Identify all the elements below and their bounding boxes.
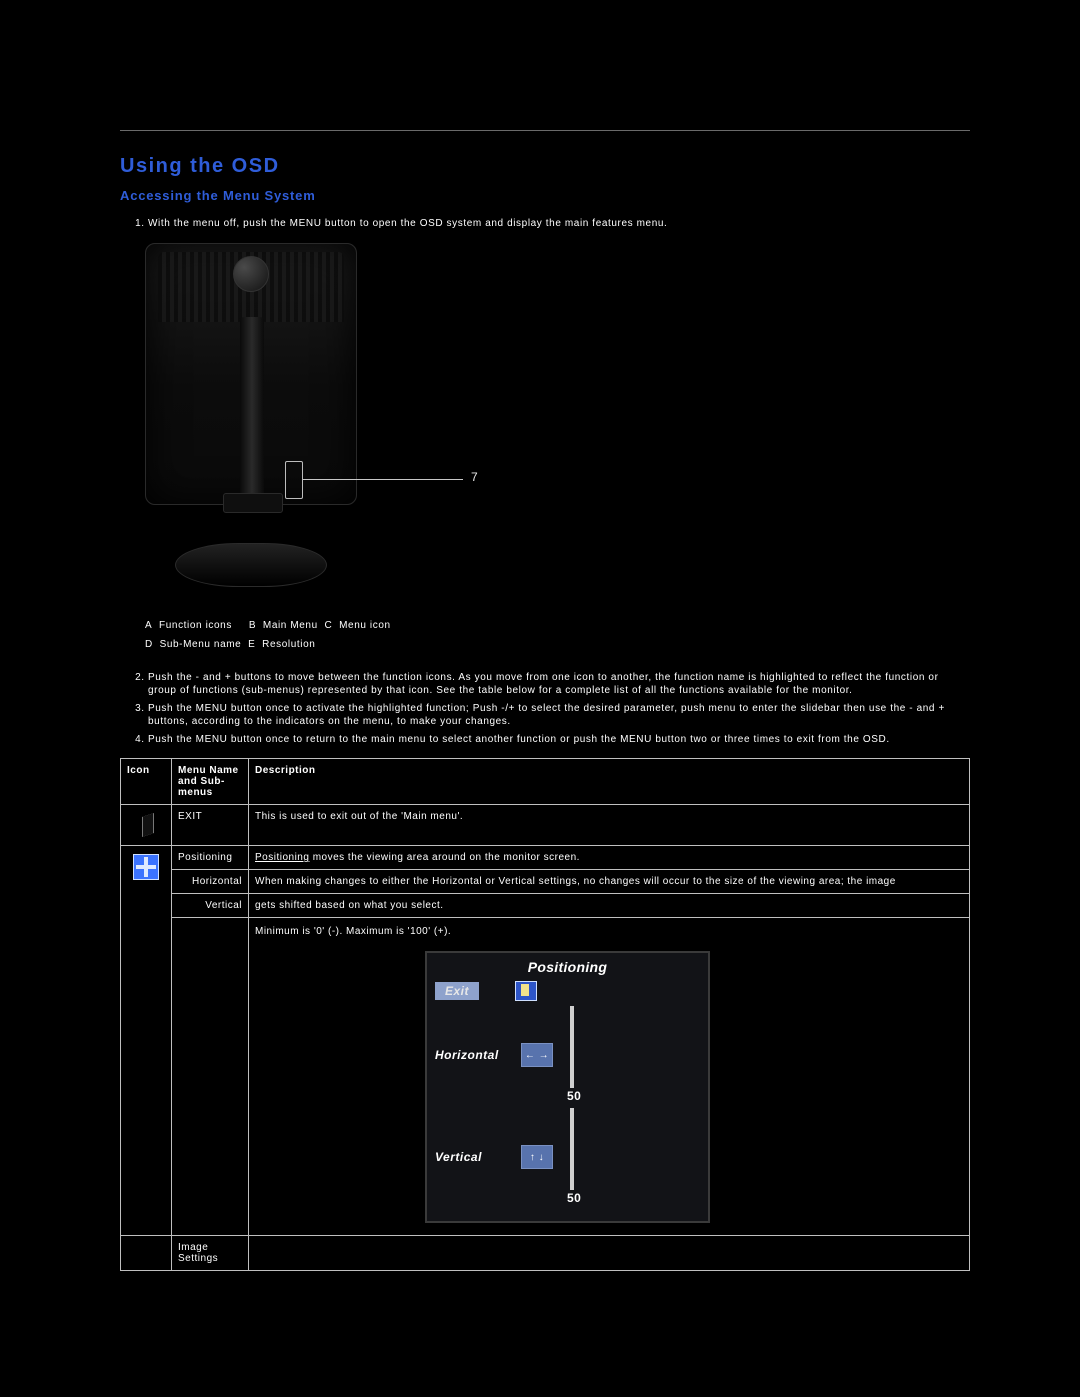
osd-horizontal-label: Horizontal xyxy=(435,1048,511,1062)
exit-desc: This is used to exit out of the 'Main me… xyxy=(249,805,970,846)
positioning-sub-v-desc: gets shifted based on what you select. xyxy=(249,894,970,918)
osd-horizontal-value: 50 xyxy=(567,1089,581,1103)
positioning-icon xyxy=(133,854,159,880)
positioning-sub-h-label: Horizontal xyxy=(172,870,249,894)
osd-vertical-value: 50 xyxy=(567,1191,581,1205)
table-row-image-settings: Image Settings xyxy=(121,1236,970,1271)
step-4: Push the MENU button once to return to t… xyxy=(148,733,970,747)
osd-vertical-label: Vertical xyxy=(435,1150,511,1164)
table-header-row: Icon Menu Name and Sub-menus Description xyxy=(121,759,970,805)
osd-panel: Positioning Exit Horizontal ← → xyxy=(425,951,710,1223)
osd-vertical-arrows-icon: ↑ ↓ xyxy=(521,1145,553,1169)
col-header-name: Menu Name and Sub-menus xyxy=(172,759,249,805)
col-header-icon: Icon xyxy=(121,759,172,805)
monitor-logo xyxy=(233,256,269,292)
legend-e-text: Resolution xyxy=(262,639,315,650)
positioning-sub-vertical: Vertical gets shifted based on what you … xyxy=(121,894,970,918)
monitor-hinge xyxy=(223,493,283,513)
positioning-range-row: Minimum is '0' (-). Maximum is '100' (+)… xyxy=(121,918,970,1236)
osd-exit-label: Exit xyxy=(435,982,479,1000)
legend-d-text: Sub-Menu name xyxy=(160,639,242,650)
image-settings-icon-cell xyxy=(121,1236,172,1271)
legend-b-key: B xyxy=(249,620,256,631)
positioning-underline: Positioning xyxy=(255,852,309,863)
section-title: Using the OSD xyxy=(120,155,970,178)
positioning-name: Positioning xyxy=(172,846,249,870)
positioning-sub-v-label: Vertical xyxy=(172,894,249,918)
osd-horizontal-slider xyxy=(571,1007,573,1087)
osd-title: Positioning xyxy=(435,959,700,975)
section-subtitle: Accessing the Menu System xyxy=(120,188,970,203)
step-1: With the menu off, push the MENU button … xyxy=(148,217,970,231)
osd-row-exit: Exit xyxy=(435,981,700,1001)
osd-menu-table: Icon Menu Name and Sub-menus Description… xyxy=(120,758,970,1271)
osd-vertical-slider xyxy=(571,1109,573,1189)
positioning-desc-line1: Positioning moves the viewing area aroun… xyxy=(249,846,970,870)
legend-b-text: Main Menu xyxy=(263,620,318,631)
legend-c-key: C xyxy=(325,620,333,631)
image-settings-name: Image Settings xyxy=(172,1236,249,1271)
positioning-sub-h-desc: When making changes to either the Horizo… xyxy=(249,870,970,894)
osd-horizontal-arrows-icon: ← → xyxy=(521,1043,553,1067)
positioning-range-text: Minimum is '0' (-). Maximum is '100' (+)… xyxy=(255,926,963,937)
monitor-stalk xyxy=(240,317,264,497)
positioning-sub-horizontal: Horizontal When making changes to either… xyxy=(121,870,970,894)
exit-name: EXIT xyxy=(172,805,249,846)
table-row-exit: EXIT This is used to exit out of the 'Ma… xyxy=(121,805,970,846)
callout-number: 7 xyxy=(471,470,479,484)
osd-row-horizontal: Horizontal ← → 50 xyxy=(435,1007,700,1103)
legend-d-key: D xyxy=(145,639,153,650)
image-settings-desc xyxy=(249,1236,970,1271)
exit-icon xyxy=(135,813,157,837)
section-divider xyxy=(120,130,970,131)
col-header-desc: Description xyxy=(249,759,970,805)
positioning-range-and-osd: Minimum is '0' (-). Maximum is '100' (+)… xyxy=(249,918,970,1236)
page-content: Using the OSD Accessing the Menu System … xyxy=(0,0,1080,1311)
step-3: Push the MENU button once to activate th… xyxy=(148,702,970,729)
step-2: Push the - and + buttons to move between… xyxy=(148,671,970,698)
legend-c-text: Menu icon xyxy=(339,620,391,631)
button-outline-callout xyxy=(285,461,303,499)
monitor-base xyxy=(175,543,327,587)
steps-list-1: With the menu off, push the MENU button … xyxy=(120,217,970,231)
positioning-range-empty xyxy=(172,918,249,1236)
osd-row-vertical: Vertical ↑ ↓ 50 xyxy=(435,1109,700,1205)
legend-a-key: A xyxy=(145,620,152,631)
table-row-positioning: Positioning Positioning moves the viewin… xyxy=(121,846,970,870)
legend-e-key: E xyxy=(248,639,255,650)
steps-list-2: Push the - and + buttons to move between… xyxy=(120,671,970,747)
exit-icon-cell xyxy=(121,805,172,846)
figure-legend: A Function icons B Main Menu C Menu icon… xyxy=(145,617,970,653)
positioning-line1-rest: moves the viewing area around on the mon… xyxy=(309,852,580,863)
callout-leader-line xyxy=(303,479,463,480)
positioning-icon-cell xyxy=(121,846,172,1236)
legend-a-text: Function icons xyxy=(159,620,232,631)
monitor-figure: 7 xyxy=(145,243,455,603)
osd-exit-mini-icon xyxy=(515,981,537,1001)
